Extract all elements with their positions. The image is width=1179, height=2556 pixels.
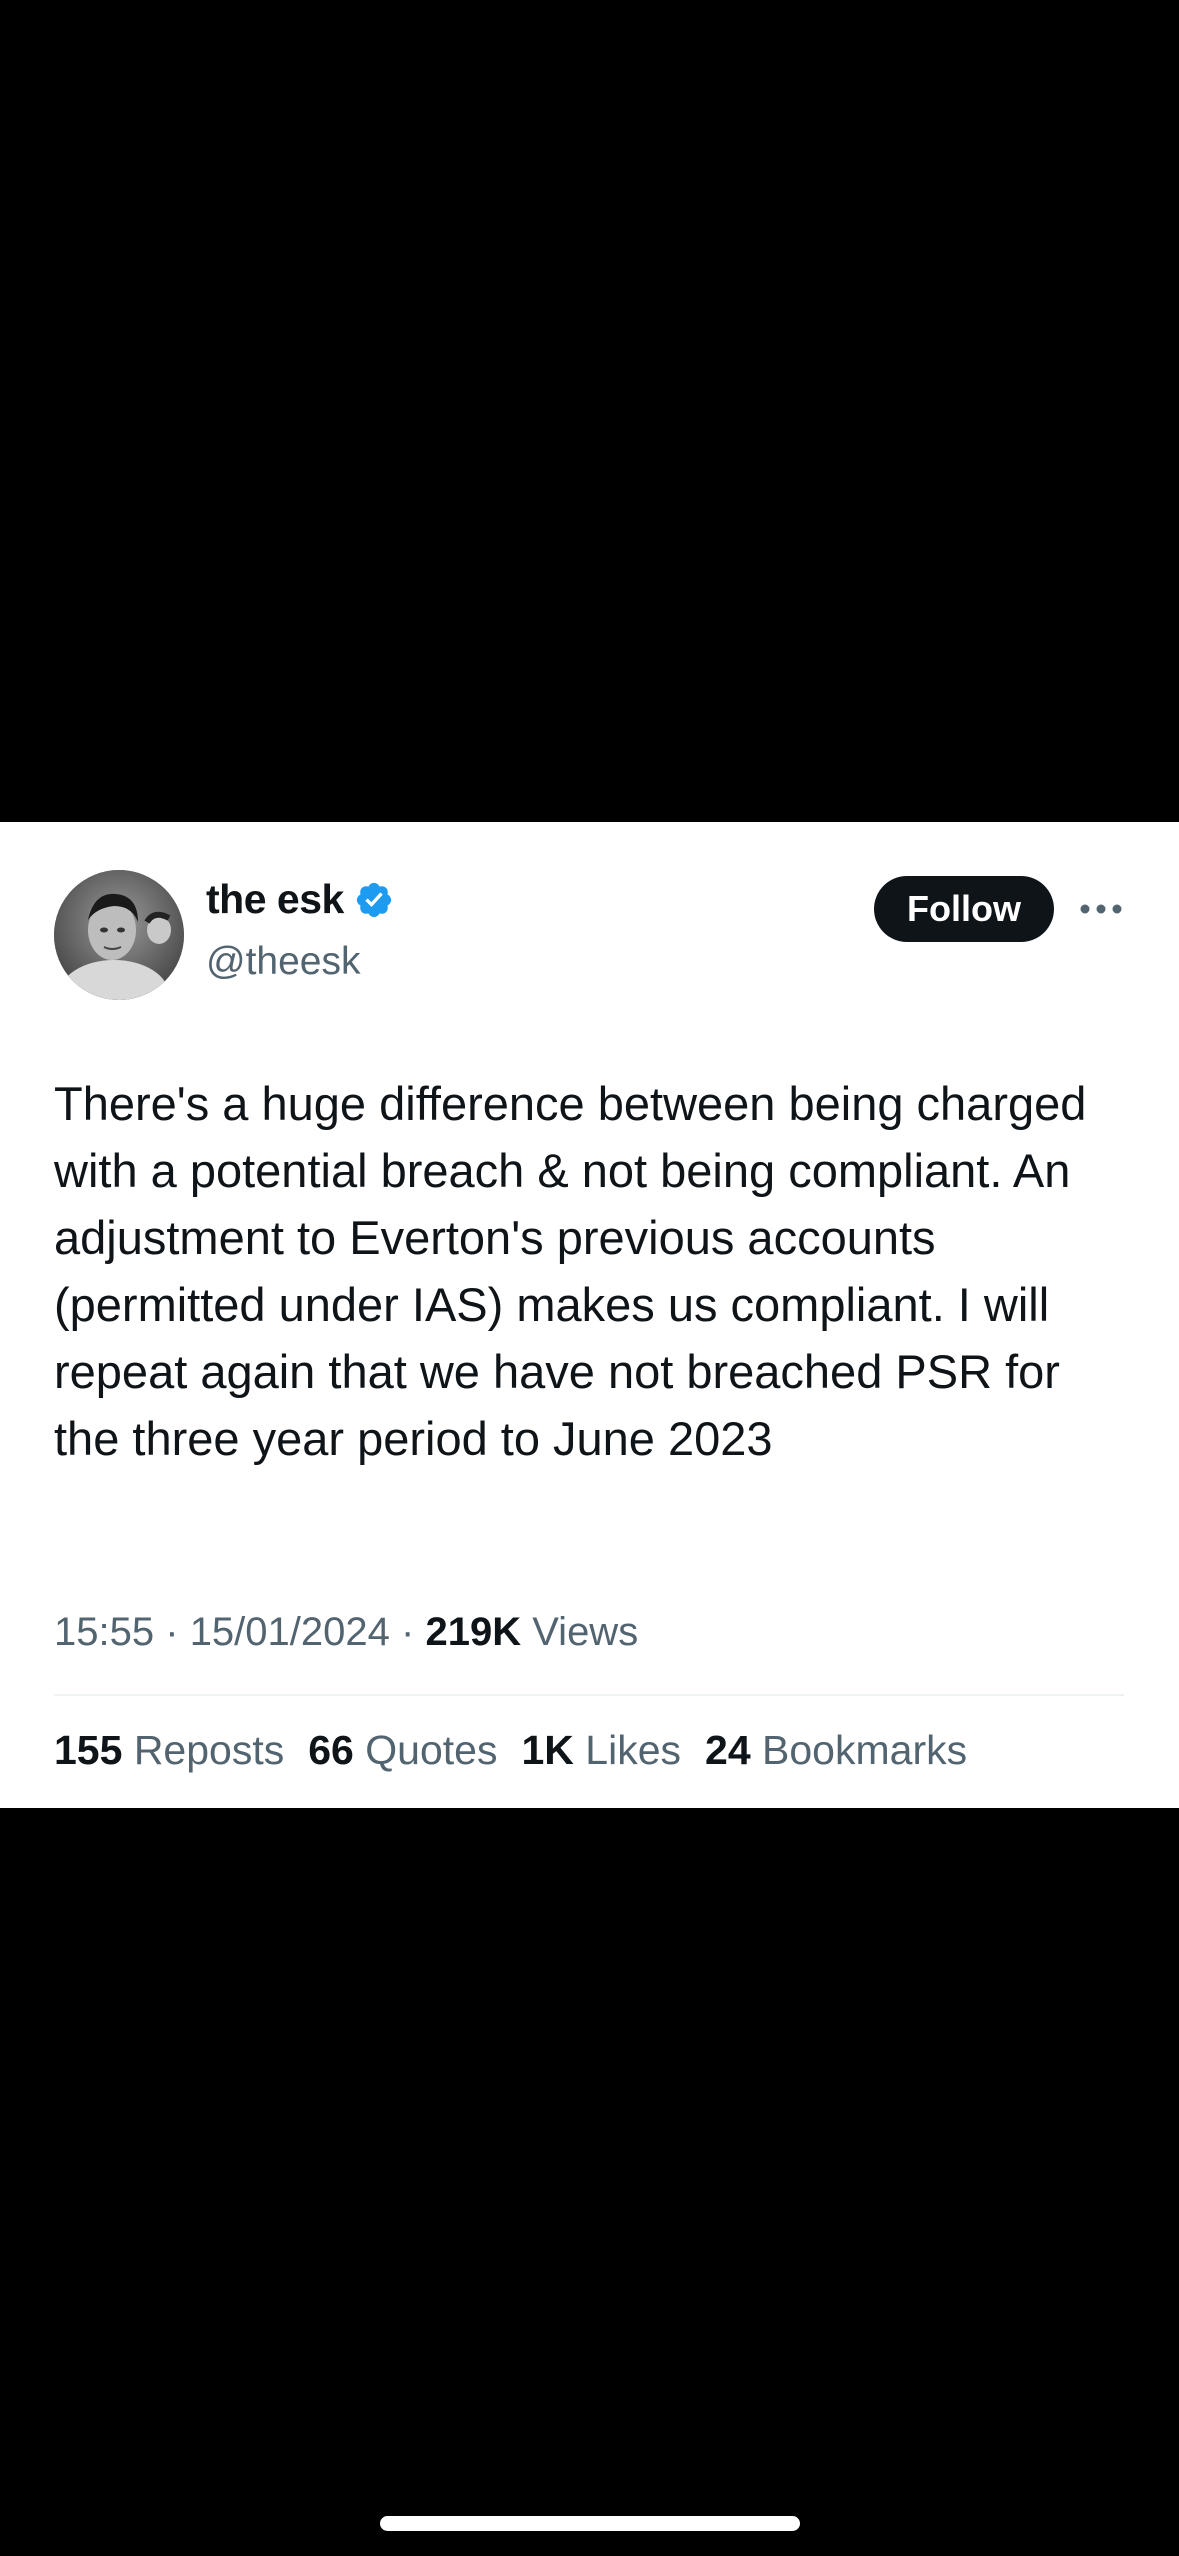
stat-count: 24	[705, 1727, 751, 1773]
tweet-date[interactable]: 15/01/2024	[190, 1610, 390, 1654]
stat-reposts[interactable]: 155 Reposts	[54, 1727, 284, 1774]
tweet-card: the esk @theesk Follow There's a huge di…	[0, 822, 1179, 1808]
author-name-row[interactable]: the esk	[206, 876, 394, 923]
stat-count: 1K	[521, 1727, 574, 1773]
stat-label: Reposts	[133, 1727, 285, 1773]
follow-button[interactable]: Follow	[874, 876, 1054, 942]
author-display-name[interactable]: the esk	[206, 876, 344, 923]
home-indicator[interactable]	[380, 2516, 800, 2531]
stat-label: Likes	[585, 1727, 682, 1773]
avatar[interactable]	[54, 870, 184, 1000]
separator: ·	[401, 1610, 415, 1654]
divider	[54, 1694, 1124, 1696]
stat-label: Quotes	[365, 1727, 498, 1773]
views-count: 219K	[425, 1610, 522, 1654]
tweet-metadata: 15:55 · 15/01/2024 · 219K Views	[54, 1610, 638, 1655]
stat-bookmarks[interactable]: 24 Bookmarks	[705, 1727, 967, 1774]
stat-quotes[interactable]: 66 Quotes	[308, 1727, 497, 1774]
verified-badge-icon	[356, 882, 391, 917]
views-label: Views	[532, 1610, 639, 1654]
stat-count: 155	[54, 1727, 123, 1773]
author-handle[interactable]: @theesk	[206, 940, 361, 984]
stat-label: Bookmarks	[762, 1727, 968, 1773]
tweet-time[interactable]: 15:55	[54, 1610, 154, 1654]
more-horizontal-icon	[1080, 904, 1122, 914]
engagement-stats: 155 Reposts 66 Quotes 1K Likes 24 Bookma…	[54, 1727, 991, 1774]
separator: ·	[165, 1610, 179, 1654]
tweet-text: There's a huge difference between being …	[54, 1077, 1087, 1465]
stat-count: 66	[308, 1727, 354, 1773]
more-options-button[interactable]	[1076, 886, 1126, 932]
stat-likes[interactable]: 1K Likes	[521, 1727, 681, 1774]
